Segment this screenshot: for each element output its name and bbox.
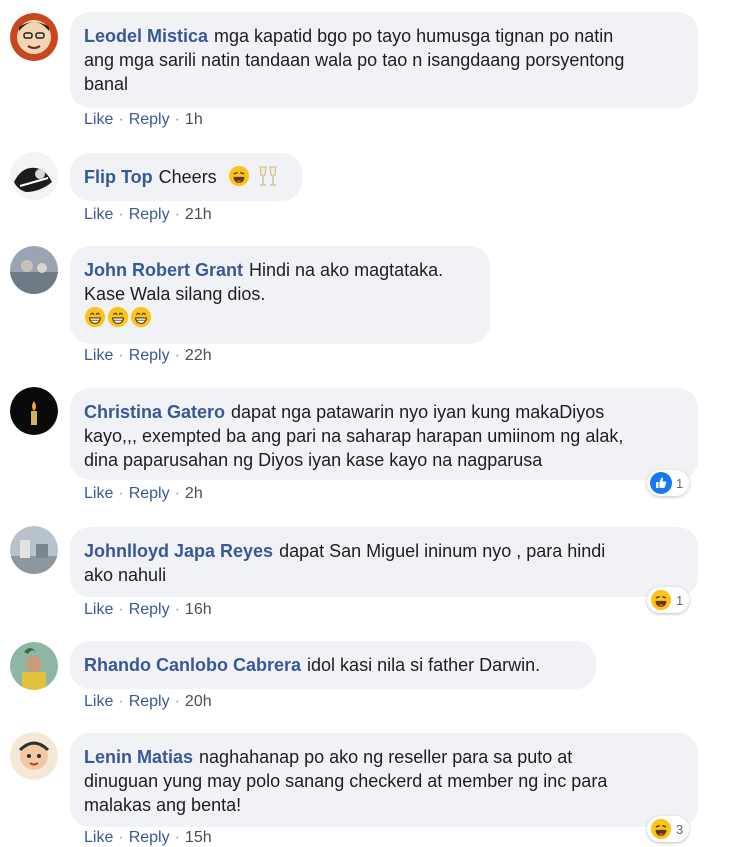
- separator: ·: [118, 111, 124, 128]
- comment-author[interactable]: Rhando Canlobo Cabrera: [84, 655, 301, 675]
- like-icon: [650, 472, 672, 494]
- separator: ·: [118, 693, 124, 710]
- reply-link[interactable]: Reply: [129, 601, 170, 618]
- separator: ·: [174, 111, 180, 128]
- comment-actions: Like · Reply · 20h: [84, 693, 212, 711]
- haha-icon: [650, 589, 672, 611]
- comment-bubble: Flip Top Cheers: [70, 153, 302, 201]
- like-link[interactable]: Like: [84, 206, 113, 223]
- reply-link[interactable]: Reply: [129, 485, 170, 502]
- like-link[interactable]: Like: [84, 485, 113, 502]
- avatar[interactable]: [10, 152, 58, 200]
- comment-actions: Like · Reply · 2h: [84, 485, 203, 503]
- reaction-summary[interactable]: 3: [647, 816, 690, 842]
- like-link[interactable]: Like: [84, 601, 113, 618]
- comment-timestamp[interactable]: 1h: [185, 111, 203, 128]
- comment-text: Cheers: [158, 167, 217, 187]
- comment-text: dapat nga patawarin nyo iyan kung makaDi…: [231, 402, 605, 422]
- comment-bubble: Leodel Mistica mga kapatid bgo po tayo hu…: [70, 12, 698, 108]
- comment-bubble: Christina Gatero dapat nga patawarin nyo …: [70, 388, 698, 480]
- reaction-summary[interactable]: 1: [647, 587, 690, 613]
- reply-link[interactable]: Reply: [129, 829, 170, 846]
- avatar[interactable]: [10, 387, 58, 435]
- comment-timestamp[interactable]: 16h: [185, 601, 212, 618]
- comment-text: dapat San Miguel ininum nyo , para hindi: [279, 541, 606, 561]
- like-link[interactable]: Like: [84, 829, 113, 846]
- reply-link[interactable]: Reply: [129, 693, 170, 710]
- like-link[interactable]: Like: [84, 111, 113, 128]
- comment-timestamp[interactable]: 15h: [185, 829, 212, 846]
- grinning-face-emoji-icon: [107, 306, 129, 328]
- separator: ·: [118, 829, 124, 846]
- like-link[interactable]: Like: [84, 347, 113, 364]
- reaction-summary[interactable]: 1: [647, 470, 690, 496]
- comment-author[interactable]: Leodel Mistica: [84, 26, 208, 46]
- separator: ·: [118, 601, 124, 618]
- comment-text: malakas ang benta!: [84, 795, 242, 815]
- reaction-count: 1: [676, 475, 684, 491]
- comment-actions: Like · Reply · 21h: [84, 206, 212, 224]
- separator: ·: [118, 485, 124, 502]
- avatar[interactable]: [10, 13, 58, 61]
- separator: ·: [174, 601, 180, 618]
- reply-link[interactable]: Reply: [129, 111, 170, 128]
- avatar[interactable]: [10, 732, 58, 780]
- comment-text: mga kapatid bgo po tayo humusga tignan p…: [214, 26, 614, 46]
- comment-actions: Like · Reply · 1h: [84, 111, 203, 129]
- comment-timestamp[interactable]: 22h: [185, 347, 212, 364]
- reply-link[interactable]: Reply: [129, 347, 170, 364]
- comment-author[interactable]: Johnlloyd Japa Reyes: [84, 541, 273, 561]
- separator: ·: [174, 206, 180, 223]
- like-link[interactable]: Like: [84, 693, 113, 710]
- comment-bubble: Lenin Matias naghahanap po ako ng reselle…: [70, 733, 698, 827]
- haha-icon: [650, 818, 672, 840]
- comment-text: kayo,,, exempted ba ang pari na saharap …: [84, 426, 624, 446]
- comment-text: ang mga sarili natin tandaan wala po tao…: [84, 50, 625, 70]
- comment-bubble: Rhando Canlobo Cabrera idol kasi nila si …: [70, 641, 596, 689]
- avatar[interactable]: [10, 246, 58, 294]
- comment-actions: Like · Reply · 16h: [84, 601, 212, 619]
- comment-bubble: Johnlloyd Japa Reyes dapat San Miguel ini…: [70, 527, 698, 597]
- separator: ·: [174, 693, 180, 710]
- comment-bubble: John Robert Grant Hindi na ako magtataka.…: [70, 246, 490, 344]
- comment-text: dina paparusahan ng Diyos iyan kase kayo…: [84, 450, 543, 470]
- comment-actions: Like · Reply · 22h: [84, 347, 212, 365]
- comment-text: naghahanap po ako ng reseller para sa pu…: [199, 747, 573, 767]
- grinning-face-emoji-icon: [130, 306, 152, 328]
- comment-timestamp[interactable]: 21h: [185, 206, 212, 223]
- separator: ·: [118, 347, 124, 364]
- separator: ·: [118, 206, 124, 223]
- comment-text: dinuguan yung may polo sanang checkerd a…: [84, 771, 608, 791]
- comment-text: banal: [84, 74, 129, 94]
- avatar[interactable]: [10, 526, 58, 574]
- emoji-row: [84, 306, 476, 330]
- comment-text: ako nahuli: [84, 565, 167, 585]
- comment-author[interactable]: Flip Top: [84, 167, 153, 187]
- avatar[interactable]: [10, 642, 58, 690]
- reply-link[interactable]: Reply: [129, 206, 170, 223]
- comment-timestamp[interactable]: 20h: [185, 693, 212, 710]
- comment-author[interactable]: John Robert Grant: [84, 260, 243, 280]
- comment-text: Hindi na ako magtataka.: [249, 260, 444, 280]
- separator: ·: [174, 485, 180, 502]
- comment-actions: Like · Reply · 15h: [84, 829, 212, 847]
- separator: ·: [174, 829, 180, 846]
- clinking-glasses-emoji-icon: [259, 166, 277, 186]
- comment-timestamp[interactable]: 2h: [185, 485, 203, 502]
- separator: ·: [174, 347, 180, 364]
- reaction-count: 1: [676, 592, 684, 608]
- comment-author[interactable]: Christina Gatero: [84, 402, 225, 422]
- comment-text: idol kasi nila si father Darwin.: [307, 655, 541, 675]
- comment-text: Kase Wala silang dios.: [84, 284, 266, 304]
- reaction-count: 3: [676, 821, 684, 837]
- grinning-face-emoji-icon: [84, 306, 106, 328]
- comment-author[interactable]: Lenin Matias: [84, 747, 193, 767]
- grinning-squinting-emoji-icon: [228, 165, 250, 187]
